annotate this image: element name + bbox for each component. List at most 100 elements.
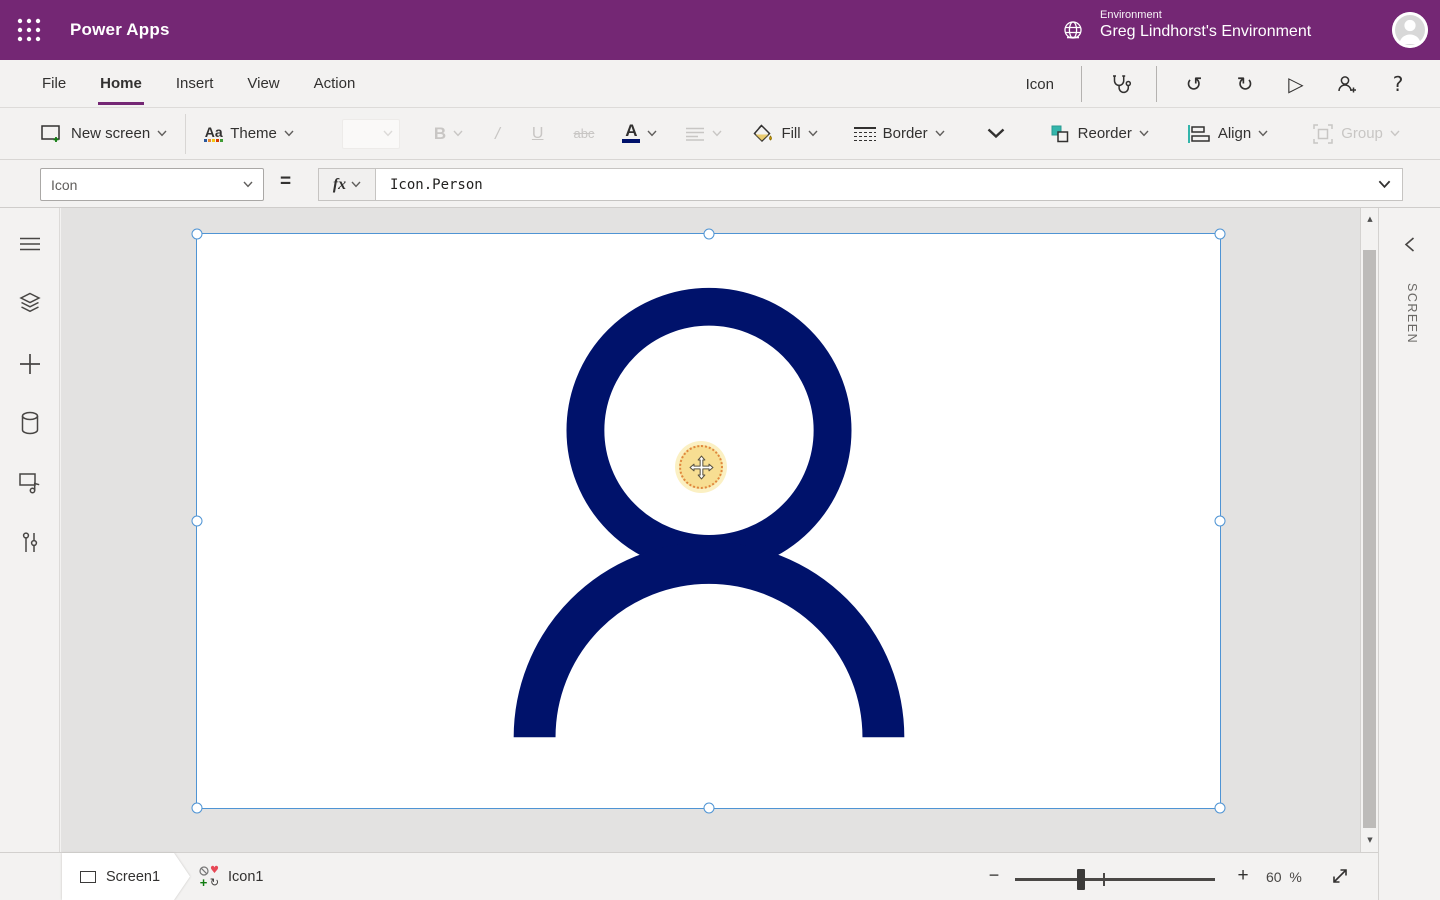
help-icon[interactable]: ? [1384,70,1412,98]
chevron-down-icon [712,130,722,137]
undo-icon[interactable]: ↺ [1180,70,1208,98]
reorder-button[interactable]: Reorder [1049,123,1149,145]
zoom-out-button[interactable]: − [983,865,1005,886]
selected-control-type-label: Icon [1026,76,1054,93]
zoom-percent: % [1289,869,1301,885]
menu-tab-file[interactable]: File [40,60,68,108]
insert-plus-icon[interactable] [14,348,46,380]
menubar-right-cluster: Icon ↺ ↻ ▷ ? [1026,60,1412,108]
app-checker-icon[interactable] [1105,70,1133,98]
zoom-slider[interactable] [1015,878,1215,881]
font-color-button[interactable]: A [622,124,657,143]
more-formatting-button[interactable] [987,128,1005,139]
resize-handle-s[interactable] [703,803,714,814]
property-dropdown[interactable]: Icon [40,168,264,201]
app-header: Power Apps Environment Greg Lindhorst's … [0,0,1440,60]
person-icon-control[interactable] [197,234,1220,808]
heart-icon: ♥ [210,866,219,876]
bold-button: B [434,124,463,144]
screen1-tab-label: Screen1 [106,869,160,885]
strikethrough-button: abc [573,126,594,141]
ribbon-toolbar: New screen Aa Theme B / U [0,108,1440,160]
divider [185,114,186,154]
new-screen-button[interactable]: New screen [40,124,167,144]
advanced-tools-icon[interactable] [14,527,46,559]
resize-handle-n[interactable] [703,229,714,240]
resize-handle-nw[interactable] [192,229,203,240]
equals-sign: = [280,171,291,193]
power-apps-studio: Power Apps Environment Greg Lindhorst's … [0,0,1440,900]
icon1-breadcrumb[interactable]: ♥ + ↻ Icon1 [198,853,263,900]
waffle-dots [16,17,42,43]
chevron-down-icon [647,130,657,137]
resize-handle-ne[interactable] [1215,229,1226,240]
media-icon[interactable] [14,467,46,499]
resize-handle-e[interactable] [1215,516,1226,527]
share-add-person-icon[interactable] [1333,70,1361,98]
menu-tabs: File Home Insert View Action [40,60,357,108]
scroll-down-icon[interactable]: ▼ [1361,836,1379,844]
resize-handle-w[interactable] [192,516,203,527]
zoom-value: 60 [1266,869,1282,885]
zoom-100-tick [1103,873,1105,886]
screen-properties-panel[interactable]: SCREEN [1378,208,1440,900]
screen-canvas[interactable] [196,233,1221,809]
left-rail [0,208,60,852]
border-button[interactable]: Border [854,125,945,142]
menu-tab-view[interactable]: View [245,60,281,108]
border-label: Border [883,125,928,142]
zoom-slider-thumb[interactable] [1077,869,1085,890]
panel-expand-chevron-icon[interactable] [1403,236,1416,253]
fx-label: fx [333,176,346,194]
environment-label: Environment [1100,9,1311,21]
zoom-in-button[interactable]: + [1232,865,1254,887]
icon1-label: Icon1 [228,869,263,885]
tree-view-layers-icon[interactable] [14,287,46,319]
chevron-down-icon [987,128,1005,139]
resize-handle-se[interactable] [1215,803,1226,814]
avatar[interactable] [1392,12,1428,48]
chevron-down-icon [1390,130,1400,137]
chevron-down-icon [383,130,393,137]
align-button[interactable]: Align [1187,124,1268,144]
menu-tab-home[interactable]: Home [98,60,144,108]
menu-tab-action[interactable]: Action [312,60,358,108]
italic-button: / [495,124,500,144]
new-screen-icon [40,124,64,144]
formula-text: Icon.Person [390,177,483,193]
environment-name: Greg Lindhorst's Environment [1100,23,1311,41]
fill-bucket-icon [752,123,774,145]
panel-title-vertical: SCREEN [1405,283,1419,344]
resize-handle-sw[interactable] [192,803,203,814]
formula-input[interactable]: Icon.Person [375,168,1403,201]
formula-bar: Icon = fx Icon.Person [0,160,1440,208]
refresh-icon: ↻ [210,877,219,888]
font-size-dropdown [342,119,400,149]
preview-play-icon[interactable]: ▷ [1282,70,1310,98]
formula-expand-chevron[interactable] [1378,180,1391,189]
screen1-tab[interactable]: Screen1 [62,853,190,900]
menu-tab-insert[interactable]: Insert [174,60,216,108]
scroll-up-icon[interactable]: ▲ [1361,215,1379,223]
border-icon [854,127,876,141]
vertical-scrollbar[interactable]: ▲ ▼ [1360,208,1378,852]
font-color-letter: A [625,124,637,138]
redo-icon[interactable]: ↻ [1231,70,1259,98]
waffle-menu-icon[interactable] [14,15,44,45]
fit-to-window-icon[interactable] [1330,866,1350,886]
scrollbar-thumb[interactable] [1363,250,1376,828]
reorder-icon [1049,123,1071,145]
chevron-down-icon [935,130,945,137]
environment-switcher[interactable]: Environment Greg Lindhorst's Environment [1100,9,1311,41]
text-align-icon [685,127,705,141]
zoom-level-readout: 60 % [1266,869,1302,885]
fill-button[interactable]: Fill [752,123,817,145]
hamburger-menu-icon[interactable] [14,228,46,260]
theme-button[interactable]: Aa Theme [204,125,294,142]
canvas-backdrop[interactable] [61,208,1360,852]
data-sources-icon[interactable] [14,407,46,439]
text-align-button [685,127,722,141]
fx-dropdown[interactable]: fx [318,168,376,201]
status-bar: Screen1 ♥ + ↻ Icon1 − + 60 % [0,852,1378,900]
property-value: Icon [51,177,77,193]
